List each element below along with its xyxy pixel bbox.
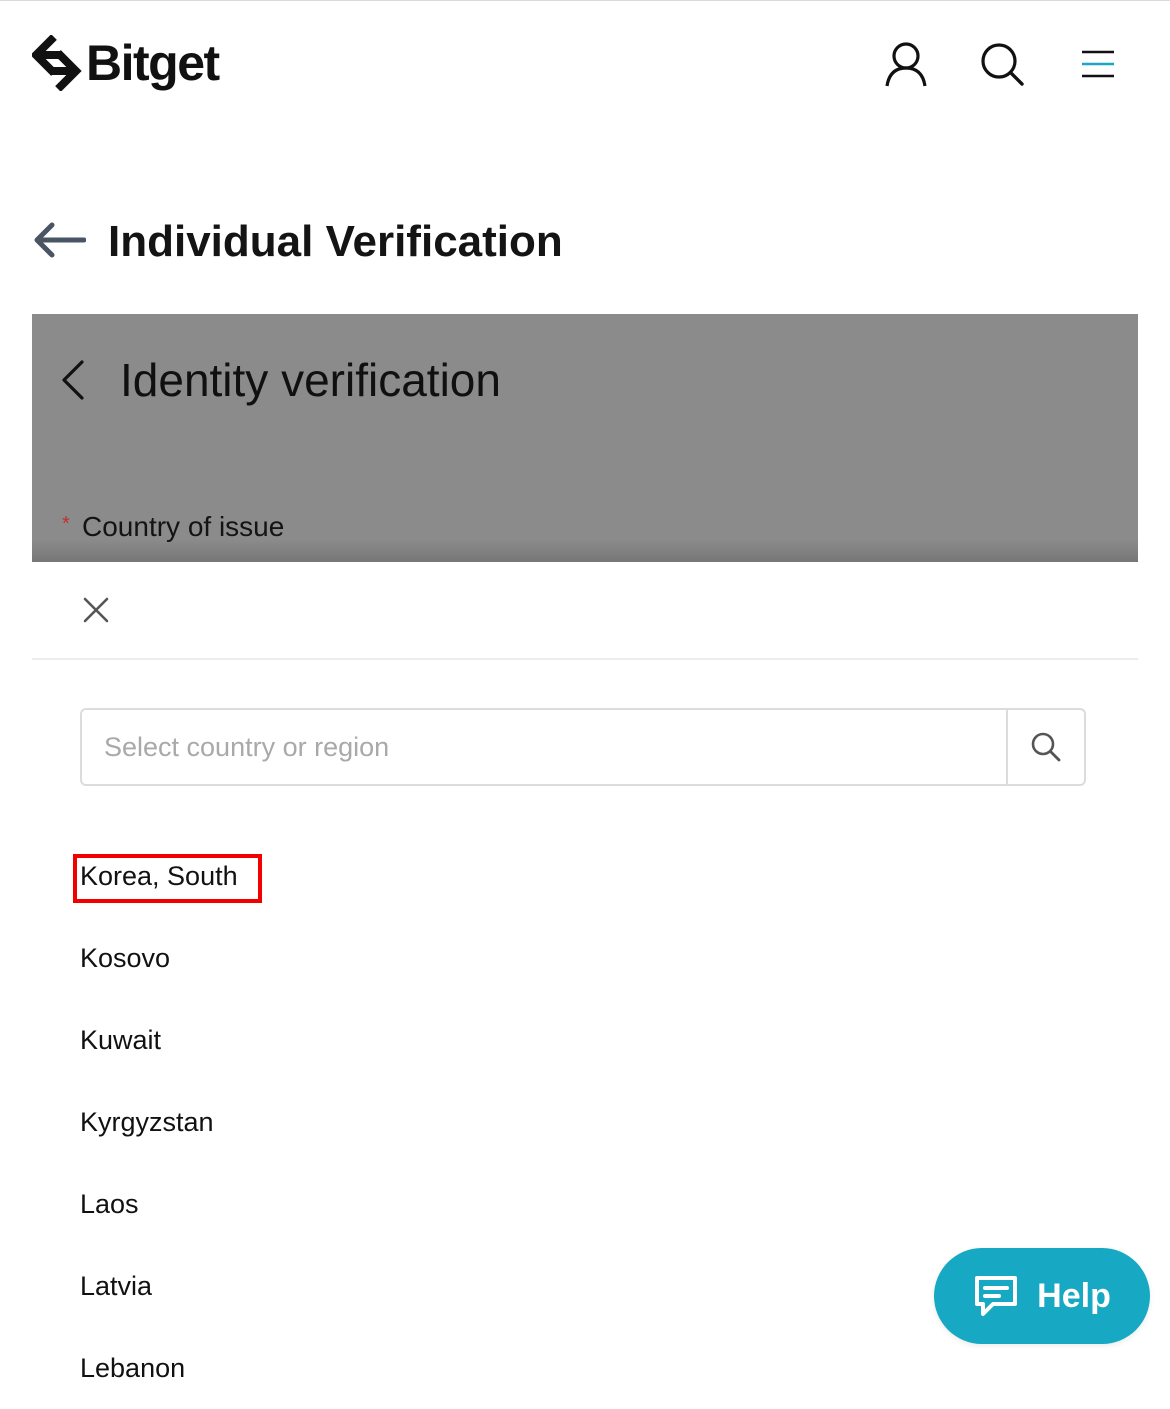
back-arrow-icon[interactable] [32,220,86,260]
required-asterisk: * [62,513,70,535]
country-of-issue-label: Country of issue [82,511,285,542]
identity-verification-title: Identity verification [120,354,501,406]
country-option-kyrgyzstan[interactable]: Kyrgyzstan [80,1081,980,1163]
country-option-latvia[interactable]: Latvia [80,1245,980,1327]
menu-icon[interactable] [1074,40,1122,88]
country-option-label: Korea, South [80,861,238,891]
bitget-logo[interactable]: Bitget [32,30,220,96]
help-label: Help [1037,1276,1111,1315]
country-option-korea-south[interactable]: Korea, South [80,835,980,917]
country-option-laos[interactable]: Laos [80,1163,980,1245]
chevron-left-icon[interactable] [58,358,88,402]
search-button[interactable] [1006,710,1084,784]
sheet-divider [32,658,1138,660]
search-icon [1031,732,1061,762]
country-search-box [80,708,1086,786]
country-option-label: Lebanon [80,1353,186,1383]
logo-text: Bitget [86,35,220,91]
bitget-logo-icon [32,35,82,91]
page-title: Individual Verification [108,217,563,266]
country-option-lebanon[interactable]: Lebanon [80,1327,980,1409]
country-option-label: Kosovo [80,943,171,973]
search-icon[interactable] [978,40,1026,88]
close-icon[interactable] [80,594,112,626]
country-option-label: Kuwait [80,1025,162,1055]
user-icon[interactable] [882,40,930,88]
country-search-input[interactable] [82,710,1006,784]
top-border [0,0,1170,1]
country-list: Korea, South Kosovo Kuwait Kyrgyzstan La… [80,835,980,1409]
dimmed-overlay[interactable]: Identity verification * Country of issue [32,314,1138,562]
country-option-kosovo[interactable]: Kosovo [80,917,980,999]
country-option-label: Kyrgyzstan [80,1107,214,1137]
help-button[interactable]: Help [934,1248,1150,1344]
country-option-label: Laos [80,1189,139,1219]
country-option-label: Latvia [80,1271,153,1301]
chat-icon [975,1276,1018,1316]
country-option-kuwait[interactable]: Kuwait [80,999,980,1081]
